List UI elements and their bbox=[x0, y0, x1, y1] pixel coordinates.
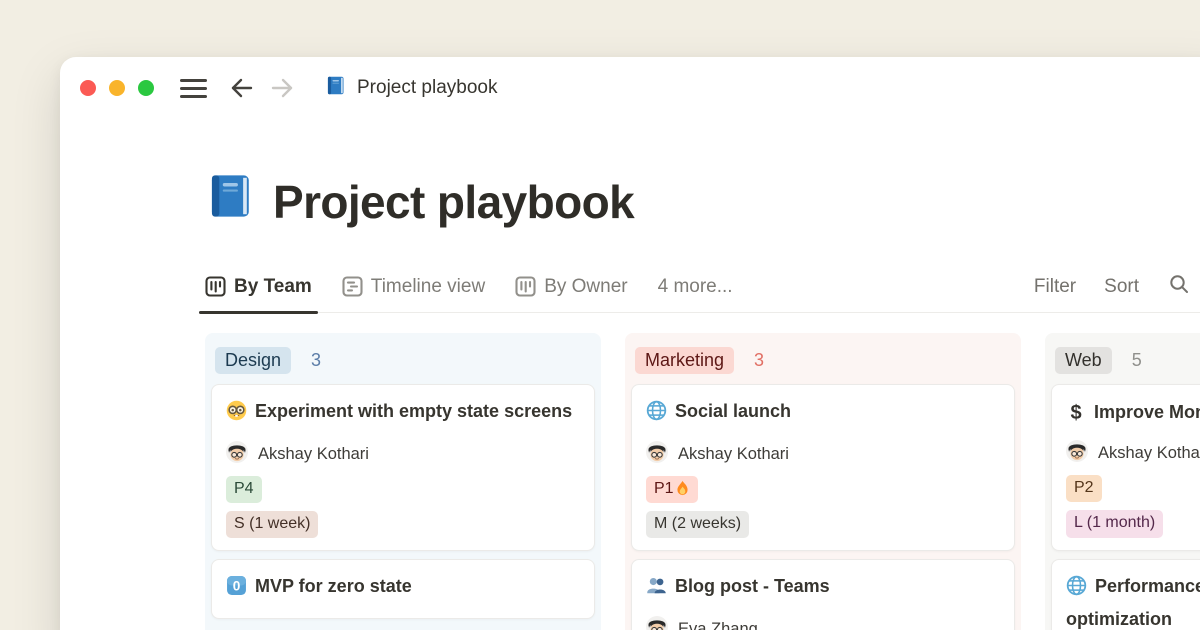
globe-emoji-icon bbox=[646, 400, 667, 431]
column-marketing: Marketing 3 Social launch Akshay Kothari… bbox=[625, 333, 1021, 630]
page-title[interactable]: Project playbook bbox=[273, 177, 634, 228]
column-count: 3 bbox=[311, 350, 321, 371]
board-view-icon bbox=[205, 276, 226, 297]
svg-text:0: 0 bbox=[233, 579, 241, 594]
column-header: Marketing 3 bbox=[631, 339, 1015, 384]
card-title: $Improve Monetization bbox=[1066, 397, 1200, 430]
toolbar-actions: Filter Sort bbox=[1034, 272, 1200, 301]
assignee-name: Eva Zhang bbox=[678, 620, 758, 630]
filter-button[interactable]: Filter bbox=[1034, 276, 1076, 298]
column-web: Web 5 $Improve Monetization Akshay Kotha… bbox=[1045, 333, 1200, 630]
topbar-title: Project playbook bbox=[357, 77, 497, 99]
size-tag-row: M (2 weeks) bbox=[646, 511, 1000, 538]
card-improve-monetization[interactable]: $Improve Monetization Akshay Kothari P2 … bbox=[1051, 384, 1200, 551]
column-name-badge: Marketing bbox=[635, 347, 734, 374]
tab-by-owner[interactable]: By Owner bbox=[515, 261, 627, 313]
card-title: Social launch bbox=[646, 397, 1000, 431]
card-blog-post-teams[interactable]: Blog post - Teams Eva Zhang bbox=[631, 559, 1015, 630]
avatar bbox=[226, 441, 248, 468]
card-title: Blog post - Teams bbox=[646, 572, 1000, 606]
close-window-button[interactable] bbox=[80, 80, 96, 96]
globe-emoji-icon bbox=[1066, 575, 1087, 606]
assignee-row: Akshay Kothari bbox=[1066, 440, 1200, 467]
blue-book-icon bbox=[325, 74, 347, 102]
fire-emoji-icon bbox=[675, 480, 690, 497]
priority-tag-row: P1 bbox=[646, 476, 1000, 503]
card-title: Performance optimization bbox=[1066, 572, 1200, 630]
busts-in-silhouette-emoji-icon bbox=[646, 575, 667, 606]
topbar-breadcrumb[interactable]: Project playbook bbox=[325, 74, 497, 102]
priority-tag: P1 bbox=[646, 476, 698, 503]
column-header: Web 5 bbox=[1051, 339, 1200, 384]
column-name-badge: Design bbox=[215, 347, 291, 374]
size-tag: L (1 month) bbox=[1066, 510, 1163, 537]
forward-arrow-icon[interactable] bbox=[269, 76, 295, 100]
tab-by-team[interactable]: By Team bbox=[205, 261, 312, 313]
kanban-board: Design 3 Experiment with empty state scr… bbox=[205, 333, 1200, 630]
column-design: Design 3 Experiment with empty state scr… bbox=[205, 333, 601, 630]
card-title: 0 MVP for zero state bbox=[226, 572, 580, 606]
search-icon[interactable] bbox=[1167, 272, 1191, 301]
nerd-face-emoji-icon bbox=[226, 400, 247, 431]
card-mvp-zero-state[interactable]: 0 MVP for zero state bbox=[211, 559, 595, 619]
view-tabs: By Team Timeline view By Owner 4 more... bbox=[205, 261, 733, 313]
avatar bbox=[646, 441, 668, 468]
avatar bbox=[1066, 440, 1088, 467]
priority-tag: P4 bbox=[226, 476, 262, 503]
assignee-row: Eva Zhang bbox=[646, 616, 1000, 630]
window-topbar: Project playbook bbox=[60, 57, 1200, 119]
column-name-badge: Web bbox=[1055, 347, 1112, 374]
size-tag: S (1 week) bbox=[226, 511, 318, 538]
tab-timeline-view[interactable]: Timeline view bbox=[342, 261, 485, 313]
card-social-launch[interactable]: Social launch Akshay Kothari P1 M (2 wee bbox=[631, 384, 1015, 551]
assignee-name: Akshay Kothari bbox=[678, 445, 789, 464]
column-count: 5 bbox=[1132, 350, 1142, 371]
zoom-window-button[interactable] bbox=[138, 80, 154, 96]
assignee-row: Akshay Kothari bbox=[646, 441, 1000, 468]
minimize-window-button[interactable] bbox=[109, 80, 125, 96]
avatar bbox=[646, 616, 668, 630]
page-header: Project playbook bbox=[205, 169, 634, 228]
heavy-dollar-sign-icon: $ bbox=[1066, 397, 1086, 430]
size-tag-row: L (1 month) bbox=[1066, 510, 1200, 537]
assignee-row: Akshay Kothari bbox=[226, 441, 580, 468]
timeline-view-icon bbox=[342, 276, 363, 297]
page-icon-blue-book[interactable] bbox=[205, 169, 257, 228]
hamburger-menu-icon[interactable] bbox=[180, 79, 207, 98]
keycap-zero-emoji-icon: 0 bbox=[226, 575, 247, 606]
app-window: Project playbook Project playbook By Tea… bbox=[60, 57, 1200, 630]
priority-tag: P2 bbox=[1066, 475, 1102, 502]
priority-tag-row: P2 bbox=[1066, 475, 1200, 502]
back-arrow-icon[interactable] bbox=[229, 76, 255, 100]
size-tag-row: S (1 week) bbox=[226, 511, 580, 538]
assignee-name: Akshay Kothari bbox=[1098, 444, 1200, 463]
assignee-name: Akshay Kothari bbox=[258, 445, 369, 464]
traffic-lights bbox=[80, 80, 154, 96]
card-performance-optimization[interactable]: Performance optimization bbox=[1051, 559, 1200, 630]
sort-button[interactable]: Sort bbox=[1104, 276, 1139, 298]
card-experiment-empty-state[interactable]: Experiment with empty state screens Aksh… bbox=[211, 384, 595, 551]
size-tag: M (2 weeks) bbox=[646, 511, 749, 538]
board-view-icon bbox=[515, 276, 536, 297]
card-title: Experiment with empty state screens bbox=[226, 397, 580, 431]
view-toolbar: By Team Timeline view By Owner 4 more...… bbox=[205, 261, 1200, 313]
tab-more-views[interactable]: 4 more... bbox=[658, 261, 733, 313]
priority-tag-row: P4 bbox=[226, 476, 580, 503]
column-count: 3 bbox=[754, 350, 764, 371]
column-header: Design 3 bbox=[211, 339, 595, 384]
